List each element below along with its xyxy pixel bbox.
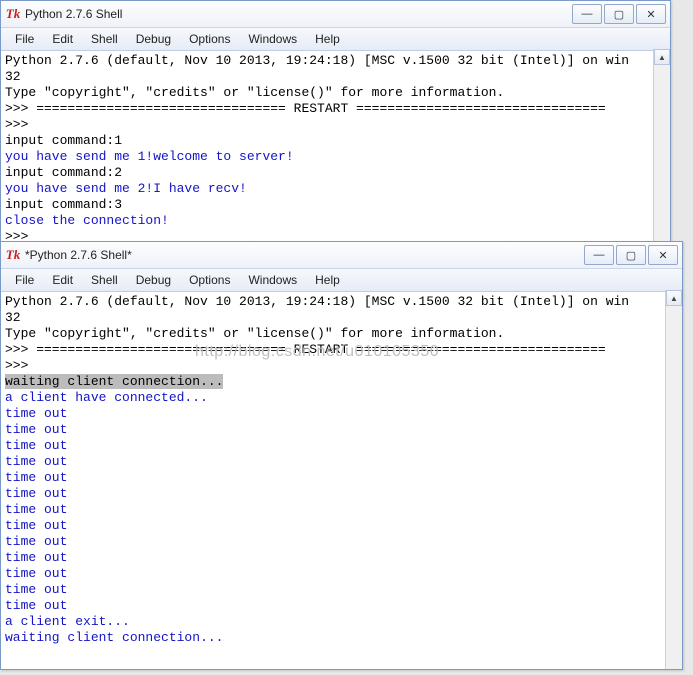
shell-line: >>>: [5, 117, 666, 133]
titlebar[interactable]: Tk Python 2.7.6 Shell — ▢ ✕: [1, 1, 670, 28]
scroll-up-icon[interactable]: ▲: [666, 290, 682, 306]
tk-icon: Tk: [5, 247, 21, 263]
shell-line: >>>: [5, 358, 678, 374]
window-title: *Python 2.7.6 Shell*: [25, 248, 584, 262]
shell-output[interactable]: Python 2.7.6 (default, Nov 10 2013, 19:2…: [1, 51, 670, 247]
menu-options[interactable]: Options: [181, 30, 238, 48]
close-button[interactable]: ✕: [636, 4, 666, 24]
menu-file[interactable]: File: [7, 271, 42, 289]
shell-line: Python 2.7.6 (default, Nov 10 2013, 19:2…: [5, 53, 666, 69]
shell-line: time out: [5, 550, 678, 566]
scroll-up-icon[interactable]: ▲: [654, 49, 670, 65]
menu-options[interactable]: Options: [181, 271, 238, 289]
shell-line: time out: [5, 406, 678, 422]
tk-icon: Tk: [5, 6, 21, 22]
shell-line: time out: [5, 422, 678, 438]
shell-line: time out: [5, 486, 678, 502]
scrollbar[interactable]: ▲: [653, 49, 670, 241]
titlebar[interactable]: Tk *Python 2.7.6 Shell* — ▢ ✕: [1, 242, 682, 269]
shell-line: input command:2: [5, 165, 666, 181]
menu-windows[interactable]: Windows: [240, 271, 305, 289]
shell-line: Python 2.7.6 (default, Nov 10 2013, 19:2…: [5, 294, 678, 310]
shell-line: close the connection!: [5, 213, 666, 229]
shell-line: time out: [5, 454, 678, 470]
maximize-button[interactable]: ▢: [604, 4, 634, 24]
shell-line: time out: [5, 518, 678, 534]
menu-debug[interactable]: Debug: [128, 271, 179, 289]
shell-line: you have send me 2!I have recv!: [5, 181, 666, 197]
minimize-button[interactable]: —: [584, 245, 614, 265]
shell-line: time out: [5, 502, 678, 518]
shell-line: 32: [5, 310, 678, 326]
window-buttons: — ▢ ✕: [584, 245, 678, 265]
maximize-button[interactable]: ▢: [616, 245, 646, 265]
close-button[interactable]: ✕: [648, 245, 678, 265]
shell-line: time out: [5, 582, 678, 598]
shell-line: time out: [5, 470, 678, 486]
menu-help[interactable]: Help: [307, 30, 348, 48]
menu-shell[interactable]: Shell: [83, 271, 126, 289]
window-client: Tk Python 2.7.6 Shell — ▢ ✕ File Edit Sh…: [0, 0, 671, 242]
window-buttons: — ▢ ✕: [572, 4, 666, 24]
menu-edit[interactable]: Edit: [44, 30, 81, 48]
shell-line: >>> ================================ RES…: [5, 101, 666, 117]
menu-bar: File Edit Shell Debug Options Windows He…: [1, 28, 670, 51]
shell-line: Type "copyright", "credits" or "license(…: [5, 326, 678, 342]
shell-line: you have send me 1!welcome to server!: [5, 149, 666, 165]
shell-output[interactable]: Python 2.7.6 (default, Nov 10 2013, 19:2…: [1, 292, 682, 675]
shell-line: >>> ================================ RES…: [5, 342, 678, 358]
shell-line: time out: [5, 438, 678, 454]
window-title: Python 2.7.6 Shell: [25, 7, 572, 21]
window-server: Tk *Python 2.7.6 Shell* — ▢ ✕ File Edit …: [0, 241, 683, 670]
menu-debug[interactable]: Debug: [128, 30, 179, 48]
shell-line: time out: [5, 566, 678, 582]
menu-windows[interactable]: Windows: [240, 30, 305, 48]
menu-file[interactable]: File: [7, 30, 42, 48]
shell-line: Type "copyright", "credits" or "license(…: [5, 85, 666, 101]
shell-line: input command:3: [5, 197, 666, 213]
shell-line: time out: [5, 534, 678, 550]
shell-line: waiting client connection...: [5, 374, 678, 390]
shell-line: 32: [5, 69, 666, 85]
shell-line: a client exit...: [5, 614, 678, 630]
shell-line: input command:1: [5, 133, 666, 149]
menu-bar: File Edit Shell Debug Options Windows He…: [1, 269, 682, 292]
shell-line: a client have connected...: [5, 390, 678, 406]
scrollbar[interactable]: ▲: [665, 290, 682, 669]
shell-line: time out: [5, 598, 678, 614]
menu-shell[interactable]: Shell: [83, 30, 126, 48]
menu-help[interactable]: Help: [307, 271, 348, 289]
minimize-button[interactable]: —: [572, 4, 602, 24]
menu-edit[interactable]: Edit: [44, 271, 81, 289]
shell-line: waiting client connection...: [5, 630, 678, 646]
